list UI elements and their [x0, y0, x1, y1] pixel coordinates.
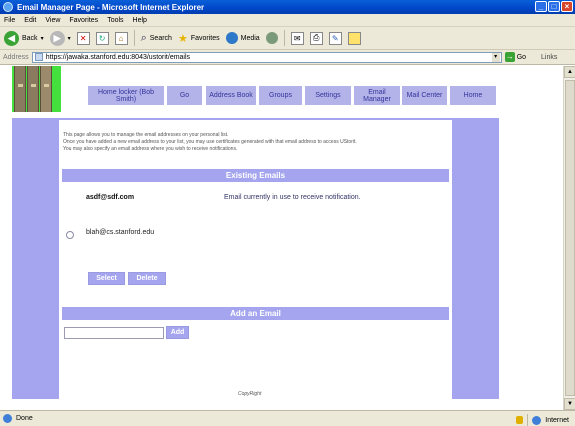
content-top-border: [12, 118, 499, 120]
address-url: https://jawaka.stanford.edu:8043/ustorit…: [45, 53, 191, 61]
toolbar-separator: [133, 30, 135, 46]
copyright-text: CopyRight: [238, 391, 262, 397]
nav-mail-center[interactable]: Mail Center: [402, 86, 447, 105]
locker-graphic: [40, 66, 52, 112]
vertical-scrollbar[interactable]: ▲ ▼: [563, 66, 575, 410]
media-label: Media: [240, 34, 260, 42]
minimize-icon[interactable]: _: [535, 1, 547, 12]
page-icon: [34, 53, 43, 61]
go-label: Go: [516, 53, 527, 61]
scroll-down-icon[interactable]: ▼: [564, 398, 575, 410]
status-bar: Done Internet: [0, 410, 575, 426]
toolbar-separator: [283, 30, 285, 46]
secondary-email: blah@cs.stanford.edu: [86, 229, 155, 236]
edit-icon[interactable]: ✎: [328, 31, 342, 45]
nav-home[interactable]: Home: [450, 86, 496, 105]
right-column: [452, 118, 499, 399]
search-label: Search: [149, 34, 172, 42]
menu-view[interactable]: View: [45, 17, 60, 24]
nav-groups[interactable]: Groups: [259, 86, 302, 105]
history-icon[interactable]: [265, 32, 278, 44]
scroll-up-icon[interactable]: ▲: [564, 66, 575, 78]
favorites-label: Favorites: [190, 34, 220, 42]
forward-button[interactable]: ▶ ▾: [49, 30, 71, 46]
star-icon: ★: [177, 32, 188, 45]
left-column: [12, 118, 59, 399]
lock-icon: [516, 416, 524, 424]
scroll-thumb[interactable]: [565, 80, 575, 396]
media-button[interactable]: Media: [225, 32, 260, 44]
browser-toolbar: ◀ Back ▾ ▶ ▾ ✕ ↻ ⌂ ⌕ Search ★ Favorites …: [0, 27, 575, 50]
mail-icon[interactable]: ✉: [290, 31, 304, 45]
nav-email-manager[interactable]: Email Manager: [354, 86, 400, 105]
status-divider: [527, 414, 529, 426]
close-icon[interactable]: ×: [561, 1, 573, 12]
print-icon[interactable]: ⎙: [309, 31, 323, 45]
intro-line: This page allows you to manage the email…: [63, 132, 229, 138]
go-button[interactable]: → Go: [504, 52, 527, 62]
forward-arrow-icon: ▶: [49, 30, 65, 46]
select-button[interactable]: Select: [88, 272, 125, 285]
page-viewport: Home locker (Bob Smith) Go Address Book …: [0, 66, 563, 410]
email-radio[interactable]: [66, 231, 74, 239]
existing-emails-heading: Existing Emails: [62, 169, 449, 182]
back-button[interactable]: ◀ Back ▾: [4, 30, 44, 46]
delete-button[interactable]: Delete: [128, 272, 166, 285]
chevron-down-icon[interactable]: ▾: [68, 35, 71, 42]
nav-go[interactable]: Go: [167, 86, 202, 105]
menu-help[interactable]: Help: [133, 17, 147, 24]
nav-settings[interactable]: Settings: [305, 86, 351, 105]
window-titlebar: Email Manager Page - Microsoft Internet …: [0, 0, 575, 14]
nav-address-book[interactable]: Address Book: [206, 86, 256, 105]
favorites-button[interactable]: ★ Favorites: [178, 32, 220, 45]
address-label: Address: [3, 53, 29, 61]
back-arrow-icon: ◀: [4, 30, 19, 46]
home-icon[interactable]: ⌂: [114, 31, 128, 45]
window-controls: _ □ ×: [535, 1, 573, 12]
address-input[interactable]: https://jawaka.stanford.edu:8043/ustorit…: [31, 51, 502, 63]
media-icon: [225, 32, 238, 44]
go-arrow-icon: →: [504, 52, 515, 62]
add-button[interactable]: Add: [166, 326, 189, 339]
menu-file[interactable]: File: [4, 17, 15, 24]
ie-logo-icon: [3, 2, 13, 12]
messenger-icon[interactable]: [347, 31, 361, 45]
locker-graphic: [14, 66, 26, 112]
menu-tools[interactable]: Tools: [107, 17, 123, 24]
menu-favorites[interactable]: Favorites: [69, 17, 98, 24]
locker-graphic: [27, 66, 39, 112]
window-title: Email Manager Page - Microsoft Internet …: [17, 2, 205, 12]
refresh-icon[interactable]: ↻: [95, 31, 109, 45]
back-label: Back: [22, 34, 38, 42]
menu-bar: File Edit View Favorites Tools Help: [0, 14, 575, 27]
stop-icon[interactable]: ✕: [76, 31, 90, 45]
status-text: Done: [16, 415, 33, 422]
site-logo: [12, 66, 61, 112]
chevron-down-icon[interactable]: ▾: [41, 35, 44, 42]
chevron-down-icon[interactable]: ▾: [491, 52, 500, 62]
status-zone: Internet: [516, 414, 569, 426]
menu-edit[interactable]: Edit: [24, 17, 36, 24]
nav-home-locker[interactable]: Home locker (Bob Smith): [88, 86, 164, 105]
intro-line: You may also specify an email address wh…: [63, 146, 238, 152]
internet-zone-icon: [532, 415, 542, 425]
search-button[interactable]: ⌕ Search: [141, 32, 172, 45]
primary-email-note: Email currently in use to receive notifi…: [224, 194, 361, 201]
maximize-icon[interactable]: □: [548, 1, 560, 12]
intro-text: This page allows you to manage the email…: [63, 132, 448, 153]
intro-line: Once you have added a new email address …: [63, 139, 357, 145]
address-bar: Address https://jawaka.stanford.edu:8043…: [0, 50, 575, 65]
primary-email: asdf@sdf.com: [86, 194, 135, 201]
add-email-input[interactable]: [64, 327, 164, 339]
page-status-icon: [3, 414, 12, 423]
links-button[interactable]: Links: [541, 54, 557, 61]
add-email-heading: Add an Email: [62, 307, 449, 320]
search-icon: ⌕: [140, 31, 147, 44]
zone-label: Internet: [545, 416, 569, 424]
